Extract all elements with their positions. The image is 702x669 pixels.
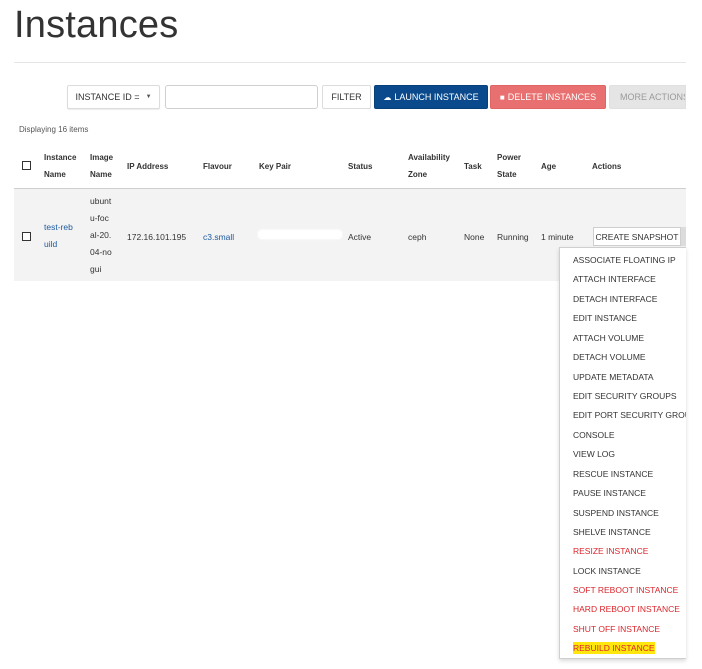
header-ip-address[interactable]: IP Address	[127, 158, 168, 175]
delete-instances-label: DELETE INSTANCES	[507, 92, 597, 102]
chevron-down-icon: ▼	[145, 94, 152, 100]
header-flavour[interactable]: Flavour	[203, 158, 232, 175]
menu-item-update-metadata[interactable]: UPDATE METADATA	[573, 372, 654, 382]
launch-instance-button[interactable]: ☁ LAUNCH INSTANCE	[374, 85, 488, 109]
menu-item-soft-reboot-instance[interactable]: SOFT REBOOT INSTANCE	[573, 585, 678, 595]
menu-item-lock-instance[interactable]: LOCK INSTANCE	[573, 566, 641, 576]
filter-button[interactable]: FILTER	[322, 85, 371, 109]
menu-item-suspend-instance[interactable]: SUSPEND INSTANCE	[573, 508, 659, 518]
menu-item-detach-volume[interactable]: DETACH VOLUME	[573, 352, 646, 362]
page-title: Instances	[14, 4, 179, 46]
menu-item-edit-instance[interactable]: EDIT INSTANCE	[573, 313, 637, 323]
delete-instances-button[interactable]: ■ DELETE INSTANCES	[490, 85, 606, 109]
menu-item-console[interactable]: CONSOLE	[573, 430, 615, 440]
select-all-checkbox[interactable]	[22, 161, 31, 170]
instance-name-link[interactable]: test-reb uild	[44, 219, 73, 253]
actions-dropdown-toggle[interactable]	[681, 227, 686, 246]
menu-item-rescue-instance[interactable]: RESCUE INSTANCE	[573, 469, 653, 479]
instance-name-line2: uild	[44, 239, 58, 249]
header-status[interactable]: Status	[348, 158, 372, 175]
image-name-line1: ubunt	[90, 196, 112, 206]
image-name-line2: u-foc	[90, 213, 109, 223]
ip-address-cell: 172.16.101.195	[127, 232, 187, 242]
menu-item-edit-port-security-groups[interactable]: EDIT PORT SECURITY GROUPS	[573, 410, 686, 420]
filter-field-select[interactable]: INSTANCE ID = ▼	[67, 85, 160, 109]
status-cell: Active	[348, 232, 372, 242]
filter-input[interactable]	[165, 85, 318, 109]
header-image-name[interactable]: Image Name	[90, 149, 113, 183]
menu-item-detach-interface[interactable]: DETACH INTERFACE	[573, 294, 657, 304]
create-snapshot-button[interactable]: CREATE SNAPSHOT	[593, 227, 681, 246]
menu-item-edit-security-groups[interactable]: EDIT SECURITY GROUPS	[573, 391, 677, 401]
row-checkbox[interactable]	[22, 232, 31, 241]
header-actions: Actions	[592, 162, 622, 171]
menu-item-hard-reboot-instance[interactable]: HARD REBOOT INSTANCE	[573, 604, 680, 614]
header-zone-line1: Availability	[408, 153, 450, 162]
cloud-upload-icon: ☁	[383, 92, 392, 102]
menu-item-attach-volume[interactable]: ATTACH VOLUME	[573, 333, 644, 343]
header-age[interactable]: Age	[541, 158, 556, 175]
header-instance-name[interactable]: Instance Name	[44, 149, 76, 183]
filter-field-label: INSTANCE ID =	[75, 92, 140, 102]
image-name-line3: al-20.	[90, 230, 112, 240]
header-zone-line2: Zone	[408, 170, 428, 179]
menu-item-attach-interface[interactable]: ATTACH INTERFACE	[573, 274, 656, 284]
image-name-line4: 04-no	[90, 247, 112, 257]
menu-item-shut-off-instance[interactable]: SHUT OFF INSTANCE	[573, 624, 660, 634]
flavour-link[interactable]: c3.small	[203, 232, 234, 242]
task-cell: None	[464, 232, 485, 242]
header-key-pair[interactable]: Key Pair	[259, 158, 291, 175]
actions-dropdown-menu: ASSOCIATE FLOATING IP ATTACH INTERFACE D…	[559, 247, 686, 659]
instance-name-line1: test-reb	[44, 222, 73, 232]
trash-icon: ■	[499, 92, 505, 102]
menu-item-associate-floating-ip[interactable]: ASSOCIATE FLOATING IP	[573, 255, 676, 265]
age-cell: 1 minute	[541, 232, 574, 242]
header-image-name-line2: Name	[90, 170, 112, 179]
image-name-cell: ubunt u-foc al-20. 04-no gui	[90, 193, 112, 278]
header-power-line2: State	[497, 170, 517, 179]
header-instance-name-line1: Instance	[44, 153, 77, 162]
header-instance-name-line2: Name	[44, 170, 66, 179]
more-actions-button[interactable]: MORE ACTIONS	[609, 85, 686, 109]
menu-item-shelve-instance[interactable]: SHELVE INSTANCE	[573, 527, 651, 537]
toolbar: INSTANCE ID = ▼ FILTER ☁ LAUNCH INSTANCE…	[0, 85, 702, 111]
menu-item-pause-instance[interactable]: PAUSE INSTANCE	[573, 488, 646, 498]
menu-item-view-log[interactable]: VIEW LOG	[573, 449, 615, 459]
image-name-line5: gui	[90, 264, 102, 274]
header-power-state[interactable]: Power State	[497, 149, 521, 183]
header-task[interactable]: Task	[464, 158, 482, 175]
header-availability-zone[interactable]: Availability Zone	[408, 149, 450, 183]
title-divider	[14, 62, 686, 63]
items-count: Displaying 16 items	[19, 125, 89, 134]
menu-item-rebuild-instance[interactable]: REBUILD INSTANCE	[573, 642, 655, 654]
power-state-cell: Running	[497, 232, 529, 242]
header-image-name-line1: Image	[90, 153, 114, 162]
key-pair-redaction	[258, 230, 342, 239]
menu-item-resize-instance[interactable]: RESIZE INSTANCE	[573, 546, 648, 556]
launch-instance-label: LAUNCH INSTANCE	[394, 92, 479, 102]
zone-cell: ceph	[408, 232, 427, 242]
header-power-line1: Power	[497, 153, 522, 162]
